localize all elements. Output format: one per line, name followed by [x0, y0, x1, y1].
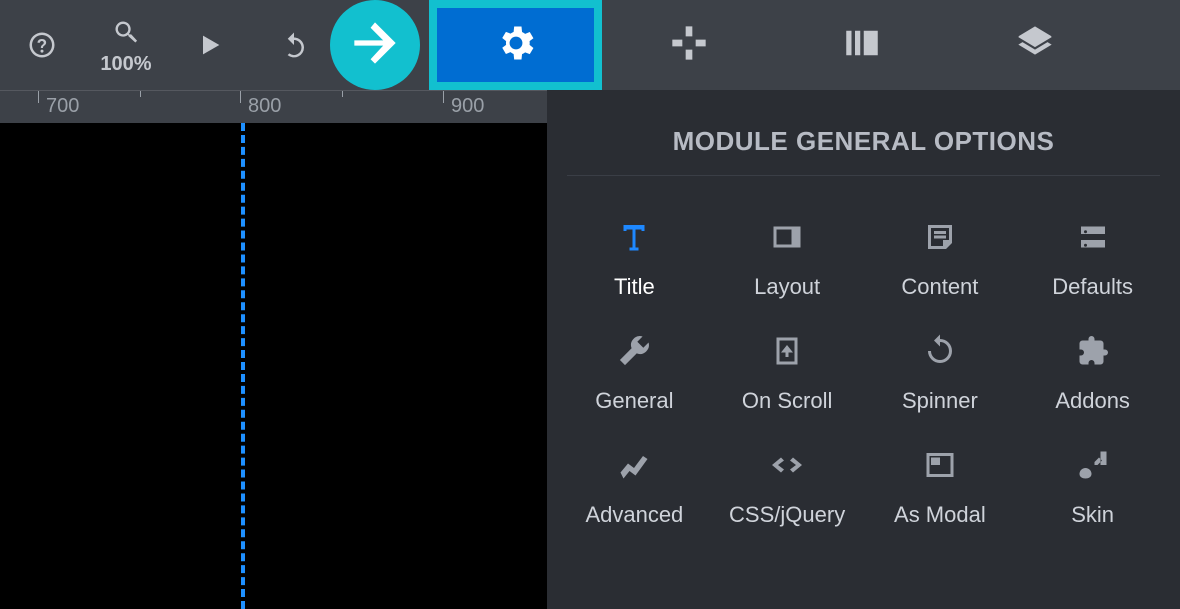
option-label: Spinner [902, 388, 978, 414]
option-layout[interactable]: Layout [714, 206, 861, 308]
option-on-scroll[interactable]: On Scroll [714, 320, 861, 422]
modal-icon [917, 442, 963, 488]
top-toolbar: 100% [0, 0, 1180, 90]
ruler-tick-label: 800 [248, 95, 281, 118]
toolbar-tabs [429, 0, 1121, 90]
help-button[interactable] [0, 0, 84, 90]
undo-button[interactable] [252, 0, 336, 90]
play-button[interactable] [168, 0, 252, 90]
text-icon [611, 214, 657, 260]
option-skin[interactable]: Skin [1019, 434, 1166, 536]
option-label: Advanced [585, 502, 683, 528]
media-icon [841, 22, 883, 69]
options-panel: MODULE GENERAL OPTIONS Title Layout Conten… [547, 90, 1180, 609]
zoom-button[interactable]: 100% [84, 0, 168, 90]
dpad-icon [669, 23, 709, 68]
option-content[interactable]: Content [867, 206, 1014, 308]
layout-icon [764, 214, 810, 260]
gear-icon [494, 21, 538, 70]
chart-icon [611, 442, 657, 488]
code-icon [764, 442, 810, 488]
option-title[interactable]: Title [561, 206, 708, 308]
ruler-tick-label: 900 [451, 95, 484, 118]
tab-layers[interactable] [948, 0, 1121, 90]
option-label: Content [901, 274, 978, 300]
ruler-tick-label: 700 [46, 95, 79, 118]
option-advanced[interactable]: Advanced [561, 434, 708, 536]
tab-settings[interactable] [429, 0, 602, 90]
tab-media[interactable] [775, 0, 948, 90]
defaults-icon [1070, 214, 1116, 260]
forward-highlight-button[interactable] [330, 0, 420, 90]
arrow-right-icon [344, 12, 406, 79]
option-label: Title [614, 274, 655, 300]
option-label: Layout [754, 274, 820, 300]
option-label: On Scroll [742, 388, 832, 414]
panel-title: MODULE GENERAL OPTIONS [557, 90, 1170, 175]
option-general[interactable]: General [561, 320, 708, 422]
option-as-modal[interactable]: As Modal [867, 434, 1014, 536]
option-addons[interactable]: Addons [1019, 320, 1166, 422]
content-icon [917, 214, 963, 260]
option-css-jquery[interactable]: CSS/jQuery [714, 434, 861, 536]
help-icon [25, 28, 59, 62]
option-label: Addons [1055, 388, 1130, 414]
play-icon [193, 28, 227, 62]
option-label: Defaults [1052, 274, 1133, 300]
wrench-icon [611, 328, 657, 374]
option-spinner[interactable]: Spinner [867, 320, 1014, 422]
tab-navigation[interactable] [602, 0, 775, 90]
horizontal-ruler: 700 800 900 [0, 90, 547, 123]
option-defaults[interactable]: Defaults [1019, 206, 1166, 308]
layers-icon [1015, 23, 1055, 68]
editor-canvas[interactable] [0, 123, 547, 609]
option-label: Skin [1071, 502, 1114, 528]
option-label: As Modal [894, 502, 986, 528]
undo-icon [277, 28, 311, 62]
vertical-guide[interactable] [241, 123, 245, 609]
option-label: CSS/jQuery [729, 502, 845, 528]
spinner-icon [917, 328, 963, 374]
download-icon [764, 328, 810, 374]
brush-icon [1070, 442, 1116, 488]
puzzle-icon [1070, 328, 1116, 374]
option-label: General [595, 388, 673, 414]
zoom-label: 100% [100, 53, 151, 76]
magnifier-icon [109, 15, 143, 49]
